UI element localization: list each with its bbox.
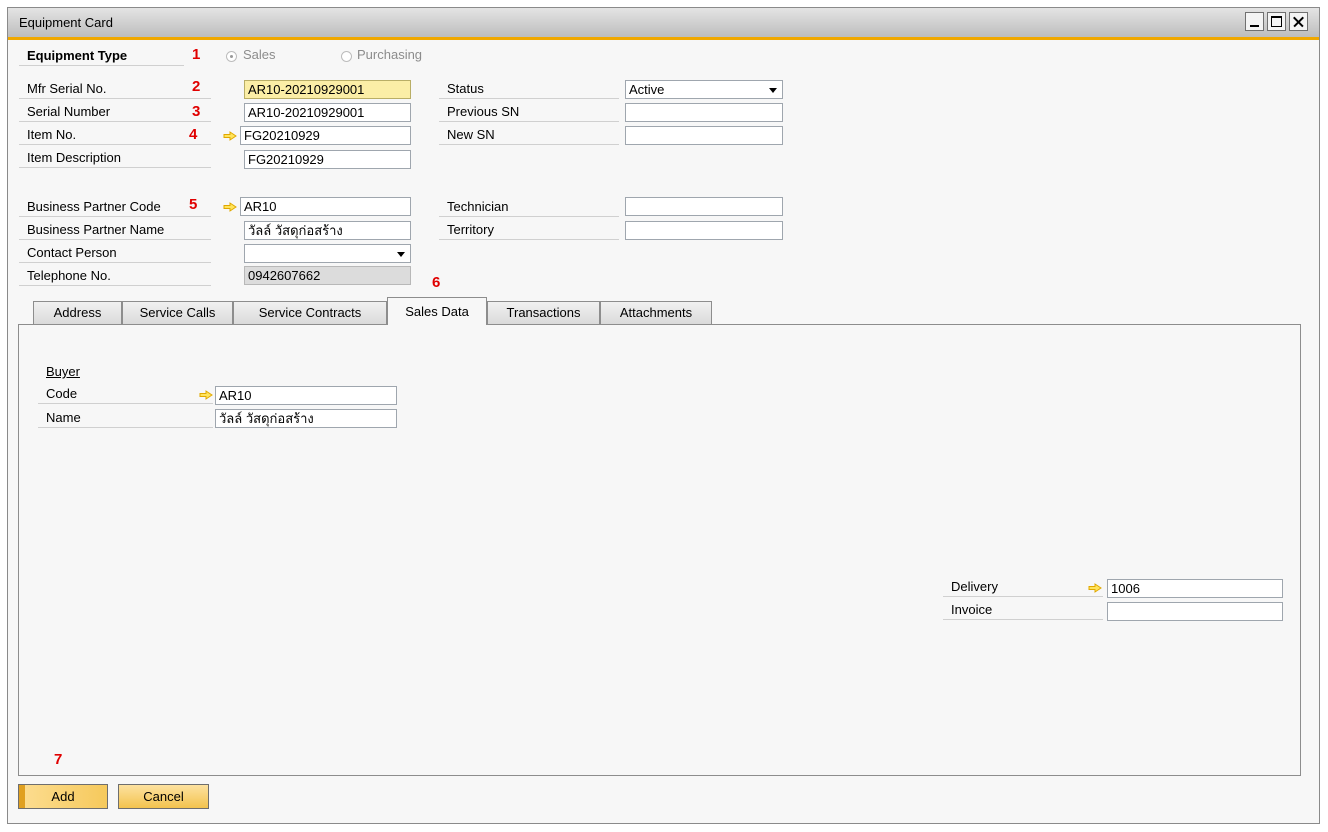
- tab-service-calls[interactable]: Service Calls: [122, 301, 233, 324]
- link-arrow-icon[interactable]: [1088, 583, 1102, 593]
- previous-sn-label: Previous SN: [439, 102, 619, 122]
- invoice-input[interactable]: [1107, 602, 1283, 621]
- annotation-5: 5: [189, 196, 198, 213]
- technician-label: Technician: [439, 197, 619, 217]
- buyer-name-label: Name: [38, 408, 213, 428]
- territory-label: Territory: [439, 220, 619, 240]
- item-no-label: Item No.: [19, 125, 211, 145]
- window-title: Equipment Card: [19, 15, 113, 30]
- title-bar[interactable]: Equipment Card: [8, 8, 1319, 40]
- add-button[interactable]: Add: [18, 784, 108, 809]
- telephone-input[interactable]: 0942607662: [244, 266, 411, 285]
- maximize-button[interactable]: [1267, 12, 1286, 31]
- annotation-4: 4: [189, 126, 198, 143]
- cancel-button[interactable]: Cancel: [118, 784, 209, 809]
- mfr-serial-label: Mfr Serial No.: [19, 79, 211, 99]
- bp-name-input[interactable]: วัลล์ วัสดุก่อสร้าง: [244, 221, 411, 240]
- contact-person-select[interactable]: [244, 244, 411, 263]
- item-no-input[interactable]: FG20210929: [240, 126, 411, 145]
- link-arrow-icon[interactable]: [199, 390, 213, 400]
- sales-radio[interactable]: [226, 51, 237, 62]
- purchasing-radio-label[interactable]: Purchasing: [357, 47, 422, 62]
- previous-sn-input[interactable]: [625, 103, 783, 122]
- tab-address[interactable]: Address: [33, 301, 122, 324]
- purchasing-radio[interactable]: [341, 51, 352, 62]
- annotation-7: 7: [54, 751, 63, 768]
- item-description-label: Item Description: [19, 148, 211, 168]
- tab-transactions[interactable]: Transactions: [487, 301, 600, 324]
- serial-number-input[interactable]: AR10-20210929001: [244, 103, 411, 122]
- invoice-label: Invoice: [943, 600, 1103, 620]
- bp-code-input[interactable]: AR10: [240, 197, 411, 216]
- sales-radio-label[interactable]: Sales: [243, 47, 276, 62]
- equipment-type-label: Equipment Type: [19, 46, 184, 66]
- buyer-code-input[interactable]: AR10: [215, 386, 397, 405]
- link-arrow-icon[interactable]: [223, 131, 237, 141]
- new-sn-label: New SN: [439, 125, 619, 145]
- link-arrow-icon[interactable]: [223, 202, 237, 212]
- status-select[interactable]: Active: [625, 80, 783, 99]
- annotation-1: 1: [192, 46, 201, 63]
- annotation-3: 3: [192, 103, 201, 120]
- tab-service-contracts[interactable]: Service Contracts: [233, 301, 387, 324]
- item-description-input[interactable]: FG20210929: [244, 150, 411, 169]
- annotation-6: 6: [432, 274, 441, 291]
- minimize-button[interactable]: [1245, 12, 1264, 31]
- telephone-label: Telephone No.: [19, 266, 211, 286]
- contact-person-label: Contact Person: [19, 243, 211, 263]
- territory-input[interactable]: [625, 221, 783, 240]
- status-label: Status: [439, 79, 619, 99]
- bp-name-label: Business Partner Name: [19, 220, 211, 240]
- bp-code-label: Business Partner Code: [19, 197, 211, 217]
- close-button[interactable]: [1289, 12, 1308, 31]
- buyer-name-input[interactable]: วัลล์ วัสดุก่อสร้าง: [215, 409, 397, 428]
- delivery-input[interactable]: 1006: [1107, 579, 1283, 598]
- delivery-label: Delivery: [943, 577, 1103, 597]
- buyer-heading: Buyer: [46, 364, 80, 379]
- annotation-2: 2: [192, 78, 201, 95]
- tab-sales-data[interactable]: Sales Data: [387, 297, 487, 325]
- mfr-serial-input[interactable]: AR10-20210929001: [244, 80, 411, 99]
- technician-input[interactable]: [625, 197, 783, 216]
- new-sn-input[interactable]: [625, 126, 783, 145]
- buyer-code-label: Code: [38, 384, 213, 404]
- serial-number-label: Serial Number: [19, 102, 211, 122]
- tab-attachments[interactable]: Attachments: [600, 301, 712, 324]
